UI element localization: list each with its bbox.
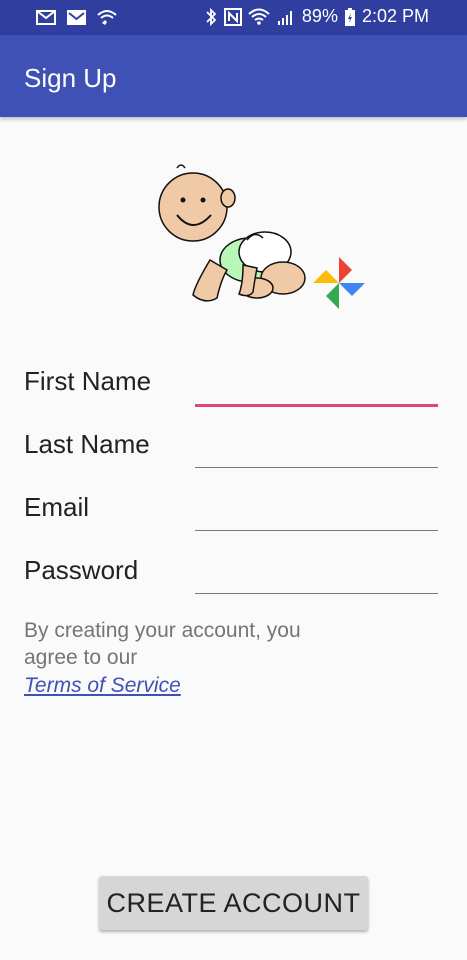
- gmail-icon: [36, 10, 56, 25]
- last-name-row: Last Name: [24, 429, 438, 479]
- first-name-row: First Name: [24, 366, 438, 416]
- battery-percent: 89%: [301, 6, 338, 26]
- bluetooth-icon: [206, 7, 217, 26]
- email-label: Email: [24, 492, 90, 522]
- photos-pinwheel-icon: [313, 257, 365, 309]
- page-title: Sign Up: [24, 63, 117, 93]
- mail-icon: [67, 10, 86, 25]
- system-icons: 89% 2:02 PM: [204, 6, 429, 27]
- first-name-field[interactable]: [195, 366, 438, 407]
- terms-of-service-link[interactable]: Terms of Service: [24, 674, 181, 698]
- clock: 2:02 PM: [361, 6, 429, 26]
- first-name-label: First Name: [24, 366, 152, 396]
- password-field[interactable]: [195, 555, 438, 594]
- signal-icon: [277, 10, 292, 25]
- last-name-field[interactable]: [195, 429, 438, 468]
- last-name-label: Last Name: [24, 429, 150, 459]
- notification-icons: [36, 7, 118, 27]
- baby-illustration: [158, 164, 365, 309]
- wifi-icon: [248, 8, 270, 25]
- password-row: Password: [24, 555, 438, 605]
- email-row: Email: [24, 492, 438, 542]
- wifi-call-icon: [97, 10, 117, 25]
- create-account-button[interactable]: CREATE ACCOUNT: [99, 876, 368, 930]
- nfc-icon: [223, 7, 242, 26]
- email-field[interactable]: [195, 492, 438, 531]
- app-bar: Sign Up: [0, 35, 467, 117]
- battery-charging-icon: [344, 7, 355, 26]
- terms-text: By creating your account, you agree to o…: [24, 619, 301, 669]
- password-label: Password: [24, 555, 139, 585]
- status-bar: 89% 2:02 PM: [0, 0, 467, 35]
